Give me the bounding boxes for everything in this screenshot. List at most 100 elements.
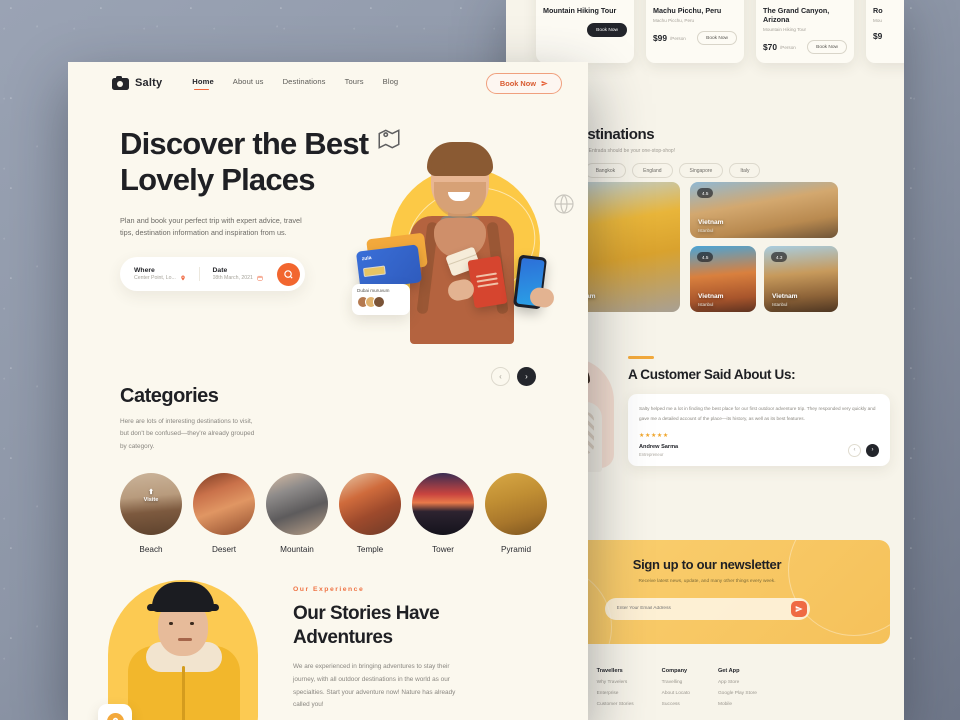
- footer-link[interactable]: About Locato: [662, 691, 690, 696]
- category-label: Beach: [139, 545, 163, 555]
- tour-book-button[interactable]: Book Now: [807, 40, 847, 54]
- destination-tile[interactable]: 4.5 Vietnam Istanbul: [690, 246, 756, 312]
- tour-book-button[interactable]: Book Now: [697, 31, 737, 45]
- tile-rating-badge: 4.3: [771, 252, 788, 262]
- tour-card[interactable]: Machu Picchu, Peru Machu Picchu, Peru $9…: [646, 0, 744, 63]
- categories-list: ⬆ Visite Beach Desert Mountain Temple To…: [120, 473, 588, 554]
- category-item-beach[interactable]: ⬆ Visite Beach: [120, 473, 182, 554]
- filter-chip-bangkok[interactable]: Bangkok: [584, 163, 627, 178]
- categories-next-button[interactable]: ›: [517, 367, 536, 386]
- tile-country: Istanbul: [698, 228, 714, 233]
- nav-item-blog[interactable]: Blog: [383, 77, 399, 89]
- footer-link[interactable]: Enterprise: [597, 691, 634, 696]
- calendar-icon: [257, 276, 263, 281]
- nav-item-home[interactable]: Home: [192, 77, 214, 91]
- testimonial-role: Entrepreneur: [639, 451, 664, 457]
- tour-card[interactable]: Mountain Hiking Tour Book Now: [536, 0, 634, 63]
- tour-card-title: Ro: [873, 6, 883, 15]
- footer-link[interactable]: Mobile: [718, 702, 757, 707]
- testimonial-prev-button[interactable]: ‹: [848, 443, 861, 457]
- category-label: Pyramid: [500, 545, 532, 555]
- tour-card-per: /Person: [779, 44, 796, 50]
- stories-eyebrow: Our Experience: [293, 586, 365, 594]
- where-label: Where: [134, 266, 155, 274]
- footer-link[interactable]: Google Play Store: [718, 691, 757, 696]
- footer-link[interactable]: Travelling: [662, 680, 690, 685]
- site-header: Salty Home About us Destinations Tours B…: [68, 62, 588, 104]
- where-value: Center Point, Lo...: [134, 275, 176, 282]
- categories-prev-button[interactable]: ‹: [491, 367, 510, 386]
- dubai-floating-card[interactable]: Dubai muruvum: [352, 284, 410, 315]
- testimonial-card: Salty helped me a lot in finding the bes…: [628, 394, 890, 466]
- category-item-mountain[interactable]: Mountain: [266, 473, 328, 554]
- destination-tile[interactable]: 4.3 Vietnam Istanbul: [764, 246, 838, 312]
- tour-card-title: Mountain Hiking Tour: [543, 6, 617, 15]
- tour-card-title: Machu Picchu, Peru: [653, 6, 722, 15]
- nav-item-destinations[interactable]: Destinations: [283, 77, 326, 89]
- footer-link[interactable]: Customer Stories: [597, 702, 634, 707]
- tile-name: Vietnam: [698, 219, 724, 226]
- visite-overlay: ⬆ Visite: [120, 489, 182, 503]
- testimonial-author: Andrew Sarma: [639, 444, 679, 451]
- categories-carousel-controls: ‹ ›: [491, 367, 536, 386]
- category-item-temple[interactable]: Temple: [339, 473, 401, 554]
- brand-logo[interactable]: Salty: [112, 76, 162, 90]
- primary-page-panel: Salty Home About us Destinations Tours B…: [68, 62, 588, 720]
- tour-card-subtitle: Mountain Hiking Tour: [763, 27, 807, 32]
- category-image: [485, 473, 547, 536]
- category-label: Desert: [211, 545, 237, 555]
- book-now-button[interactable]: Book Now: [485, 72, 562, 94]
- testimonial-title: A Customer Said About Us:: [628, 366, 796, 382]
- footer-link[interactable]: Why Travelers: [597, 680, 634, 685]
- newsletter-form: [604, 597, 810, 620]
- newsletter-email-input[interactable]: [616, 606, 791, 612]
- nav-item-tours[interactable]: Tours: [345, 77, 364, 89]
- search-field-date[interactable]: Date 08th March, 2021: [198, 266, 278, 282]
- location-pin-icon: [181, 275, 185, 281]
- visite-label: Visite: [143, 497, 159, 504]
- testimonial-next-button[interactable]: ›: [866, 443, 879, 457]
- tour-card-price: $99: [653, 33, 667, 43]
- footer-link[interactable]: Success: [662, 702, 690, 707]
- category-image: [339, 473, 401, 536]
- tile-name: Vietnam: [772, 293, 798, 300]
- tile-name: Vietnam: [698, 293, 724, 300]
- filter-chip-england[interactable]: England: [632, 163, 673, 178]
- filter-chip-singapore[interactable]: Singapore: [678, 163, 724, 178]
- search-field-where[interactable]: Where Center Point, Lo...: [134, 266, 199, 282]
- tour-card-title: The Grand Canyon, Arizona: [763, 6, 830, 24]
- destination-tile[interactable]: 4.5 Vietnam Istanbul: [690, 182, 838, 238]
- book-now-label: Book Now: [499, 78, 536, 88]
- testimonial-quote: Salty helped me a lot in finding the bes…: [639, 406, 876, 422]
- categories-description: Here are lots of interesting destination…: [120, 418, 255, 450]
- filter-chip-italy[interactable]: Italy: [729, 163, 761, 178]
- tour-card-subtitle: Machu Picchu, Peru: [653, 18, 695, 23]
- stories-title: Our Stories Have Adventures: [293, 603, 440, 649]
- newsletter-submit-button[interactable]: [790, 600, 807, 617]
- map-doodle-icon: [378, 129, 400, 149]
- category-label: Temple: [356, 545, 384, 555]
- category-item-pyramid[interactable]: Pyramid: [485, 473, 547, 554]
- footer-link[interactable]: App Store: [718, 680, 757, 685]
- main-navigation: Home About us Destinations Tours Blog: [192, 77, 399, 91]
- category-item-desert[interactable]: Desert: [193, 473, 255, 554]
- top-destinations-section: Top Destinations Spot Brilliant reasons …: [540, 126, 890, 178]
- footer-heading: Company: [661, 668, 688, 674]
- accent-bar: [628, 356, 654, 359]
- camera-icon: [112, 76, 129, 90]
- nav-item-about-us[interactable]: About us: [233, 77, 264, 89]
- tour-card-subtitle: Mou: [873, 18, 882, 23]
- stories-photo: [90, 576, 275, 720]
- rating-stars: ★★★★★: [639, 432, 669, 439]
- category-item-tower[interactable]: Tower: [412, 473, 474, 554]
- tile-country: Istanbul: [698, 302, 714, 307]
- tour-card[interactable]: The Grand Canyon, Arizona Mountain Hikin…: [756, 0, 854, 63]
- tour-card[interactable]: Ro Mou $9: [866, 0, 904, 63]
- footer-heading: Travellers: [596, 668, 623, 674]
- search-submit-button[interactable]: [277, 262, 300, 286]
- hero-title: Discover the Best Lovely Places: [120, 126, 369, 198]
- send-icon: [795, 605, 803, 612]
- tour-book-button[interactable]: Book Now: [587, 23, 627, 37]
- tile-rating-badge: 4.5: [697, 188, 714, 198]
- tile-country: Istanbul: [772, 302, 788, 307]
